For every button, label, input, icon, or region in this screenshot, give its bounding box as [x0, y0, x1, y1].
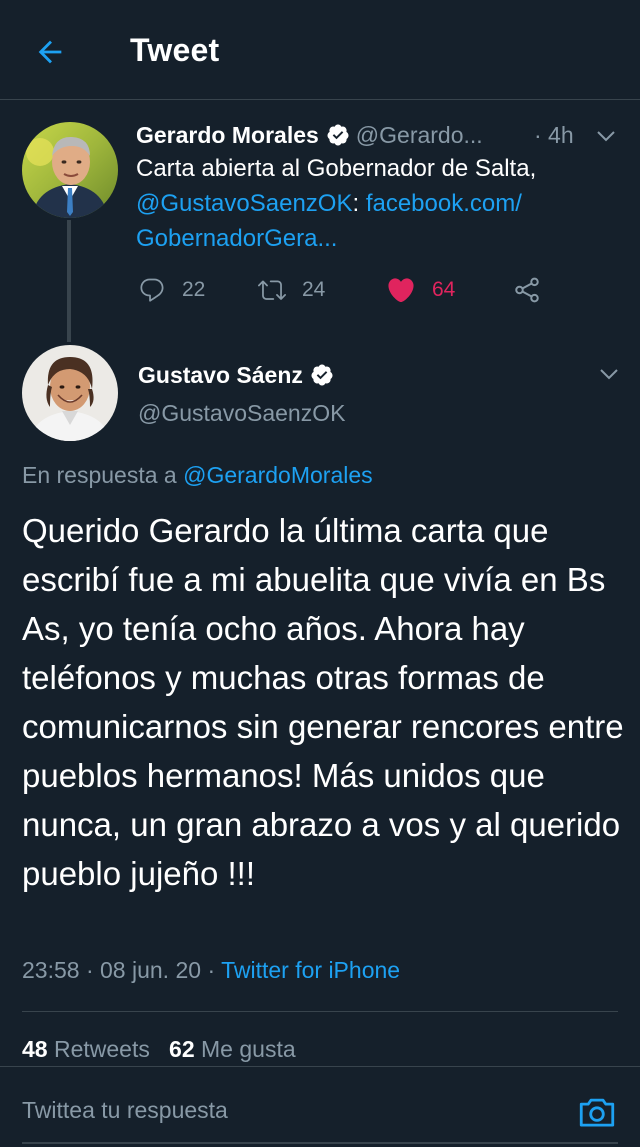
more-options-button[interactable]: [594, 124, 618, 153]
parent-tweet-header: Gerardo Morales @Gerardo...: [136, 118, 586, 152]
top-bar: Tweet: [0, 0, 640, 100]
tweet-date: 08 jun. 20: [100, 957, 202, 983]
tweet-time[interactable]: · 4h: [534, 118, 574, 152]
retweets-count: 48: [22, 1036, 48, 1062]
url-part-1: facebook.com/: [365, 190, 522, 217]
share-button[interactable]: [512, 268, 558, 312]
tweet-screen: Tweet Gerardo Morales @Gerardo... · 4h C…: [0, 0, 640, 1147]
author-handle[interactable]: @Gerardo...: [356, 122, 483, 149]
reply-prefix: En respuesta a: [22, 462, 177, 488]
author-name[interactable]: Gerardo Morales: [136, 122, 319, 149]
main-tweet-text: Querido Gerardo la última carta que escr…: [22, 512, 624, 892]
retweets-label: Retweets: [53, 1036, 150, 1062]
arrow-left-icon: [38, 40, 62, 64]
url-part-2: GobernadorGera...: [136, 225, 338, 252]
reply-to-handle-link[interactable]: @GerardoMorales: [183, 462, 373, 488]
tweet-source-link[interactable]: Twitter for iPhone: [221, 957, 400, 983]
heart-filled-icon: [388, 278, 414, 303]
parent-text-plain: Carta abierta al Gobernador de Salta,: [136, 155, 537, 182]
reply-button[interactable]: 22: [138, 268, 205, 312]
divider: [22, 1011, 618, 1012]
share-icon: [515, 277, 539, 303]
like-count: 64: [432, 278, 456, 301]
tweet-time: 23:58: [22, 957, 80, 983]
author-name[interactable]: Gustavo Sáenz: [138, 362, 303, 389]
retweet-icon: [258, 280, 286, 300]
more-options-button[interactable]: [597, 362, 621, 391]
main-tweet-header: Gustavo Sáenz: [138, 358, 340, 392]
reply-composer: Twittea tu respuesta: [0, 1066, 640, 1147]
verified-badge-icon: [310, 363, 334, 387]
likes-count: 62: [169, 1036, 195, 1062]
tweet-metadata: 23:58 · 08 jun. 20 · Twitter for iPhone: [22, 957, 400, 984]
likes-label: Me gusta: [201, 1036, 296, 1062]
page-title: Tweet: [130, 32, 220, 68]
thread-connector: [67, 220, 71, 342]
reply-context: En respuesta a @GerardoMorales: [22, 462, 373, 489]
author-handle[interactable]: @GustavoSaenzOK: [138, 400, 345, 427]
reply-icon: [140, 278, 164, 302]
verified-badge-icon: [326, 123, 350, 147]
chevron-down-icon: [597, 131, 615, 142]
back-button[interactable]: [28, 30, 72, 74]
like-button[interactable]: 64: [386, 268, 455, 312]
likes-stat[interactable]: 62 Me gusta: [169, 1036, 296, 1062]
camera-button[interactable]: [576, 1091, 618, 1133]
reply-input[interactable]: Twittea tu respuesta: [22, 1097, 228, 1124]
tweet-actions: 22 24 64: [136, 268, 586, 312]
retweet-count: 24: [302, 278, 326, 301]
separator: ·: [85, 957, 94, 983]
avatar[interactable]: [22, 345, 118, 441]
retweet-button[interactable]: 24: [258, 268, 325, 312]
avatar[interactable]: [22, 122, 118, 218]
camera-icon: [579, 1098, 615, 1127]
tweet-stats: 48 Retweets 62 Me gusta: [22, 1036, 296, 1064]
retweets-stat[interactable]: 48 Retweets: [22, 1036, 150, 1062]
colon: :: [352, 190, 360, 217]
reply-count: 22: [182, 278, 206, 301]
parent-tweet-text: Carta abierta al Gobernador de Salta, @G…: [136, 151, 616, 256]
mention-link[interactable]: @GustavoSaenzOK: [136, 190, 352, 217]
separator: ·: [207, 957, 216, 983]
chevron-down-icon: [600, 369, 618, 380]
reply-input-underline: [22, 1142, 618, 1144]
